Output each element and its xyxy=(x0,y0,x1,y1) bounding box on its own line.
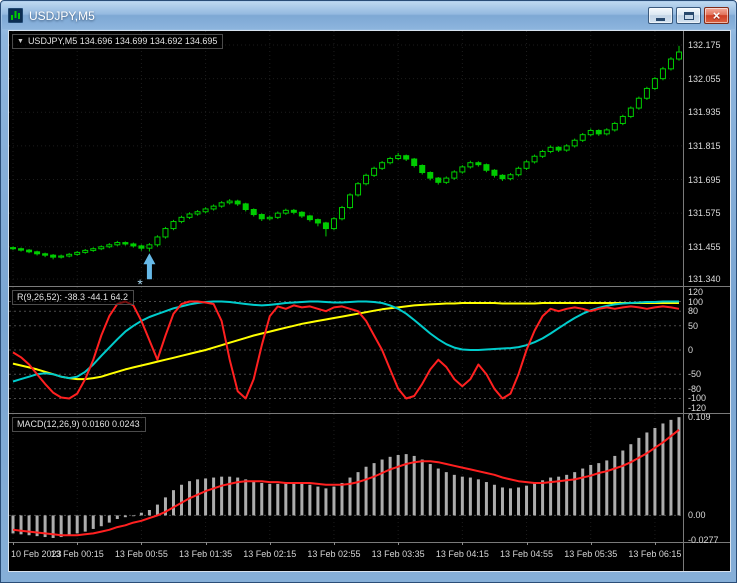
oscillator-axis-label: 100 xyxy=(688,296,704,307)
chart-client-area: * ▼ USDJPY,M5 134.696 134.699 134.692 13… xyxy=(8,30,731,572)
oscillator-axis-label: 50 xyxy=(688,320,699,331)
oscillator-axis-label: 80 xyxy=(688,306,699,317)
close-icon: × xyxy=(712,8,721,23)
oscillator-axis-label: 120 xyxy=(688,286,704,297)
time-tick xyxy=(590,542,592,545)
oscillator-axis-label: 0 xyxy=(688,345,694,355)
time-axis-label: 13 Feb 02:55 xyxy=(307,549,361,559)
main-chart-canvas[interactable]: * xyxy=(9,31,683,286)
main-chart-label: ▼ USDJPY,M5 134.696 134.699 134.692 134.… xyxy=(12,34,224,49)
oscillator-line-slow xyxy=(12,302,679,381)
titlebar[interactable]: USDJPY,M5 × xyxy=(2,2,735,29)
up-arrow-icon xyxy=(143,253,156,280)
oscillator-label-text: R(9,26,52): -38.3 -44.1 64.2 xyxy=(17,292,129,302)
price-axis-label: 131.695 xyxy=(688,174,721,185)
buy-arrow-annotation[interactable]: * xyxy=(137,253,156,286)
time-axis-label: 13 Feb 04:55 xyxy=(500,549,554,559)
price-axis-label: 132.175 xyxy=(688,40,721,50)
price-grid xyxy=(9,44,683,280)
macd-label: MACD(12,26,9) 0.0160 0.0243 xyxy=(12,417,146,432)
time-tick xyxy=(333,542,335,545)
macd-axis-label: -0.0277 xyxy=(688,535,719,546)
symbol-dropdown-icon[interactable]: ▼ xyxy=(17,38,24,45)
time-axis[interactable]: 10 Feb 2023 13 Feb 00:15 13 Feb 00:55 13 Fe… xyxy=(9,542,683,571)
chart-window: USDJPY,M5 × * ▼ USDJPY,M5 134.696 134.69… xyxy=(0,0,737,583)
price-axis-label: 131.575 xyxy=(688,208,721,219)
oscillator-canvas[interactable] xyxy=(9,287,683,413)
time-tick xyxy=(77,542,79,545)
time-tick xyxy=(462,542,464,545)
time-axis-label: 13 Feb 05:35 xyxy=(564,549,618,559)
time-axis-label: 13 Feb 04:15 xyxy=(435,549,489,559)
price-axis-label: 132.055 xyxy=(688,73,721,84)
minimize-icon xyxy=(656,18,665,21)
macd-label-text: MACD(12,26,9) 0.0160 0.0243 xyxy=(17,419,140,429)
maximize-button[interactable] xyxy=(676,7,701,24)
price-axis-label: 131.815 xyxy=(688,140,721,151)
candles xyxy=(10,45,682,260)
indicator-panel-macd[interactable]: MACD(12,26,9) 0.0160 0.0243 xyxy=(9,414,683,542)
price-axis-label: 131.455 xyxy=(688,241,721,252)
time-tick xyxy=(269,542,271,545)
time-axis-label: 13 Feb 02:15 xyxy=(243,549,297,559)
oscillator-axis-label: -80 xyxy=(688,383,702,394)
time-tick xyxy=(526,542,528,545)
main-chart-panel[interactable]: * ▼ USDJPY,M5 134.696 134.699 134.692 13… xyxy=(9,31,683,286)
close-button[interactable]: × xyxy=(704,7,729,24)
price-axis-label: 131.935 xyxy=(688,107,721,118)
time-tick xyxy=(205,542,207,545)
window-title: USDJPY,M5 xyxy=(29,8,95,23)
time-tick xyxy=(398,542,400,545)
macd-canvas[interactable] xyxy=(9,414,683,542)
time-axis-label: 13 Feb 06:15 xyxy=(628,549,682,559)
macd-axis-label: 0.109 xyxy=(688,412,711,423)
time-tick xyxy=(654,542,656,545)
macd-axis-label: 0.00 xyxy=(688,510,706,521)
oscillator-axis-label: -50 xyxy=(688,369,702,380)
oscillator-axis-label: -100 xyxy=(688,393,707,404)
window-icon chart-icon xyxy=(8,8,23,23)
time-axis-label: 13 Feb 03:35 xyxy=(371,549,425,559)
indicator-panel-oscillator[interactable]: R(9,26,52): -38.3 -44.1 64.2 xyxy=(9,287,683,413)
time-axis-label: 13 Feb 00:15 xyxy=(50,549,104,559)
oscillator-label: R(9,26,52): -38.3 -44.1 64.2 xyxy=(12,290,135,305)
time-axis-label: 13 Feb 00:55 xyxy=(114,549,168,559)
price-axis-label: 131.340 xyxy=(688,273,721,284)
price-scale[interactable]: 132.175 132.055 131.935 131.815 131.695 131.5… xyxy=(684,31,730,571)
star-marker-icon: * xyxy=(137,276,143,286)
minimize-button[interactable] xyxy=(648,7,673,24)
maximize-icon xyxy=(683,11,694,20)
oscillator-line-medium xyxy=(12,300,679,383)
time-tick xyxy=(13,542,14,545)
time-axis-label: 13 Feb 01:35 xyxy=(179,549,233,559)
time-tick xyxy=(141,542,143,545)
ohlc-text: USDJPY,M5 134.696 134.699 134.692 134.69… xyxy=(27,36,218,46)
macd-signal-line xyxy=(12,429,680,537)
